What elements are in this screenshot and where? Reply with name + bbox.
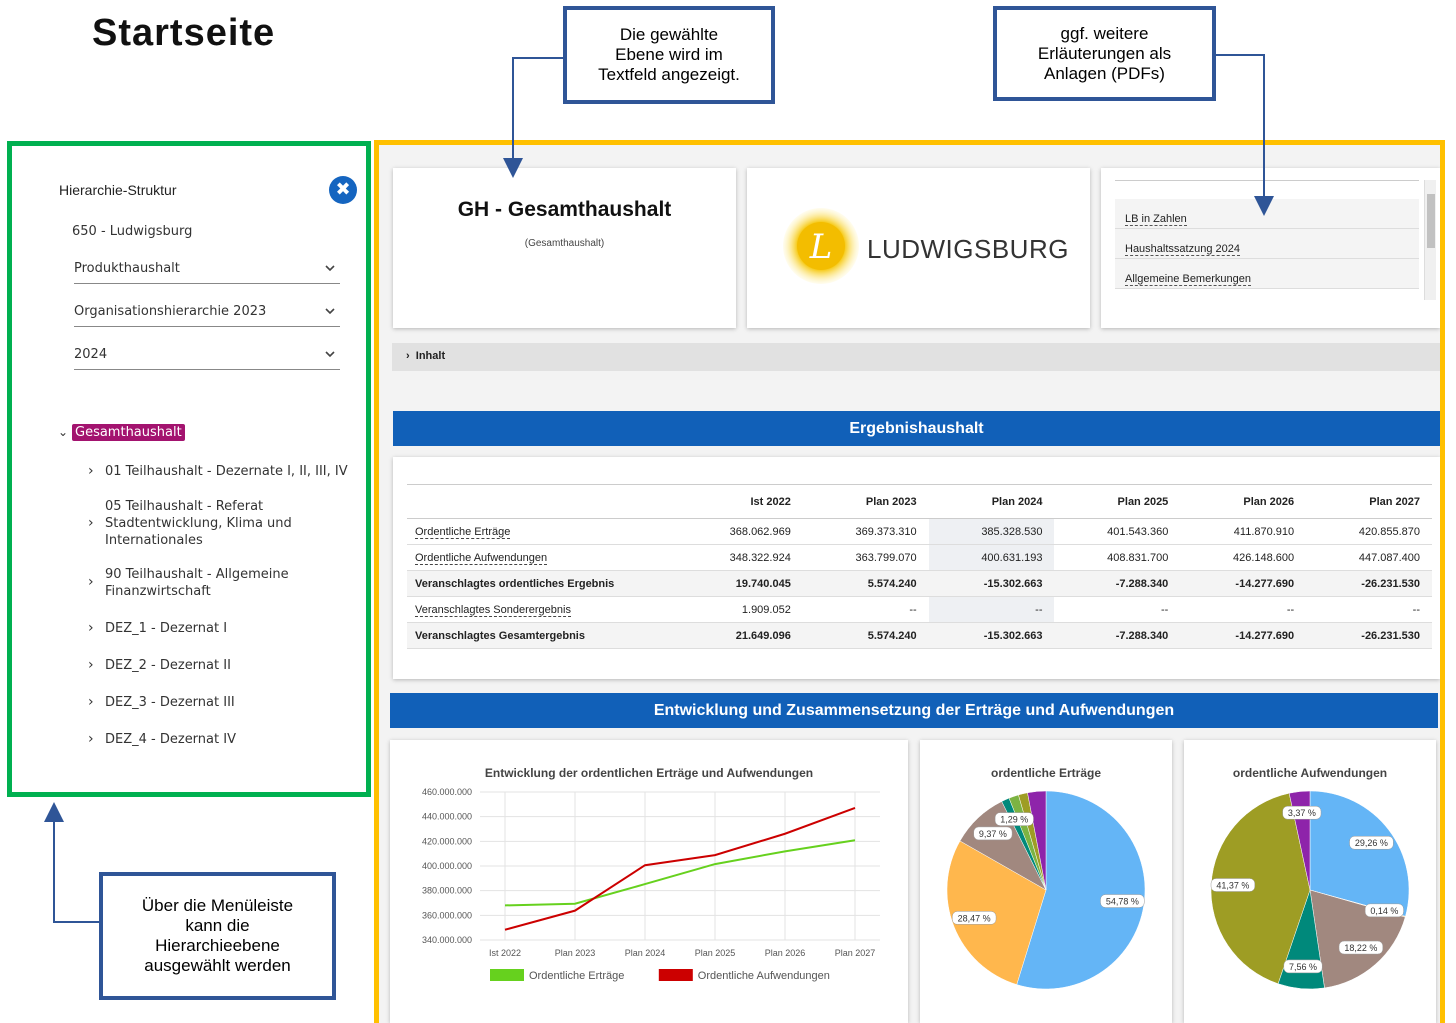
tree-node-gesamthaushalt[interactable]: ⌄ Gesamthaushalt <box>58 424 185 441</box>
select-value: Produkthaushalt <box>74 261 180 276</box>
dashboard-highlight-frame <box>374 140 1445 1023</box>
tree-node-label[interactable]: Gesamthaushalt <box>72 424 185 441</box>
chevron-down-icon[interactable]: ⌄ <box>58 425 72 439</box>
callout-text: Über die Menüleiste kann die Hierarchiee… <box>141 896 294 975</box>
tree-item-label[interactable]: DEZ_1 - Dezernat I <box>105 620 350 637</box>
select-value: 2024 <box>74 347 108 362</box>
chevron-right-icon[interactable]: › <box>88 574 102 591</box>
tree-item-label[interactable]: DEZ_2 - Dezernat II <box>105 657 350 674</box>
close-icon[interactable]: ✖ <box>329 176 357 204</box>
chevron-down-icon <box>325 308 335 315</box>
tree-item-label[interactable]: 90 Teilhaushalt - Allgemeine Finanzwirts… <box>105 566 305 600</box>
chevron-right-icon[interactable]: › <box>88 463 102 480</box>
tree-item-label[interactable]: 05 Teilhaushalt - Referat Stadtentwicklu… <box>105 498 305 549</box>
chevron-down-icon <box>325 265 335 272</box>
hierarchy-city: 650 - Ludwigsburg <box>72 224 193 239</box>
select-value: Organisationshierarchie 2023 <box>74 304 267 319</box>
callout-text: ggf. weitere Erläuterungen als Anlagen (… <box>1037 23 1172 83</box>
tree-item-label[interactable]: DEZ_4 - Dezernat IV <box>105 731 350 748</box>
callout-selected-level: Die gewählte Ebene wird im Textfeld ange… <box>563 6 775 104</box>
page-title: Startseite <box>92 12 276 54</box>
chevron-right-icon[interactable]: › <box>88 731 102 748</box>
year-select[interactable]: 2024 <box>74 344 340 370</box>
budget-type-select[interactable]: Produkthaushalt <box>74 258 340 284</box>
callout-attachments: ggf. weitere Erläuterungen als Anlagen (… <box>993 6 1216 101</box>
callout-text: Die gewählte Ebene wird im Textfeld ange… <box>598 25 740 84</box>
chevron-right-icon[interactable]: › <box>88 657 102 674</box>
tree-item-label[interactable]: 01 Teilhaushalt - Dezernate I, II, III, … <box>105 463 350 480</box>
hierarchy-sidebar: Hierarchie-Struktur ✖ 650 - Ludwigsburg … <box>12 146 366 792</box>
chevron-right-icon[interactable]: › <box>88 515 102 532</box>
chevron-right-icon[interactable]: › <box>88 620 102 637</box>
org-hierarchy-select[interactable]: Organisationshierarchie 2023 <box>74 301 340 327</box>
tree-item-label[interactable]: DEZ_3 - Dezernat III <box>105 694 350 711</box>
arrow-to-sidebar <box>44 802 99 923</box>
sidebar-title: Hierarchie-Struktur <box>59 182 177 198</box>
chevron-right-icon[interactable]: › <box>88 694 102 711</box>
chevron-down-icon <box>325 351 335 358</box>
callout-menu: Über die Menüleiste kann die Hierarchiee… <box>99 872 336 1000</box>
